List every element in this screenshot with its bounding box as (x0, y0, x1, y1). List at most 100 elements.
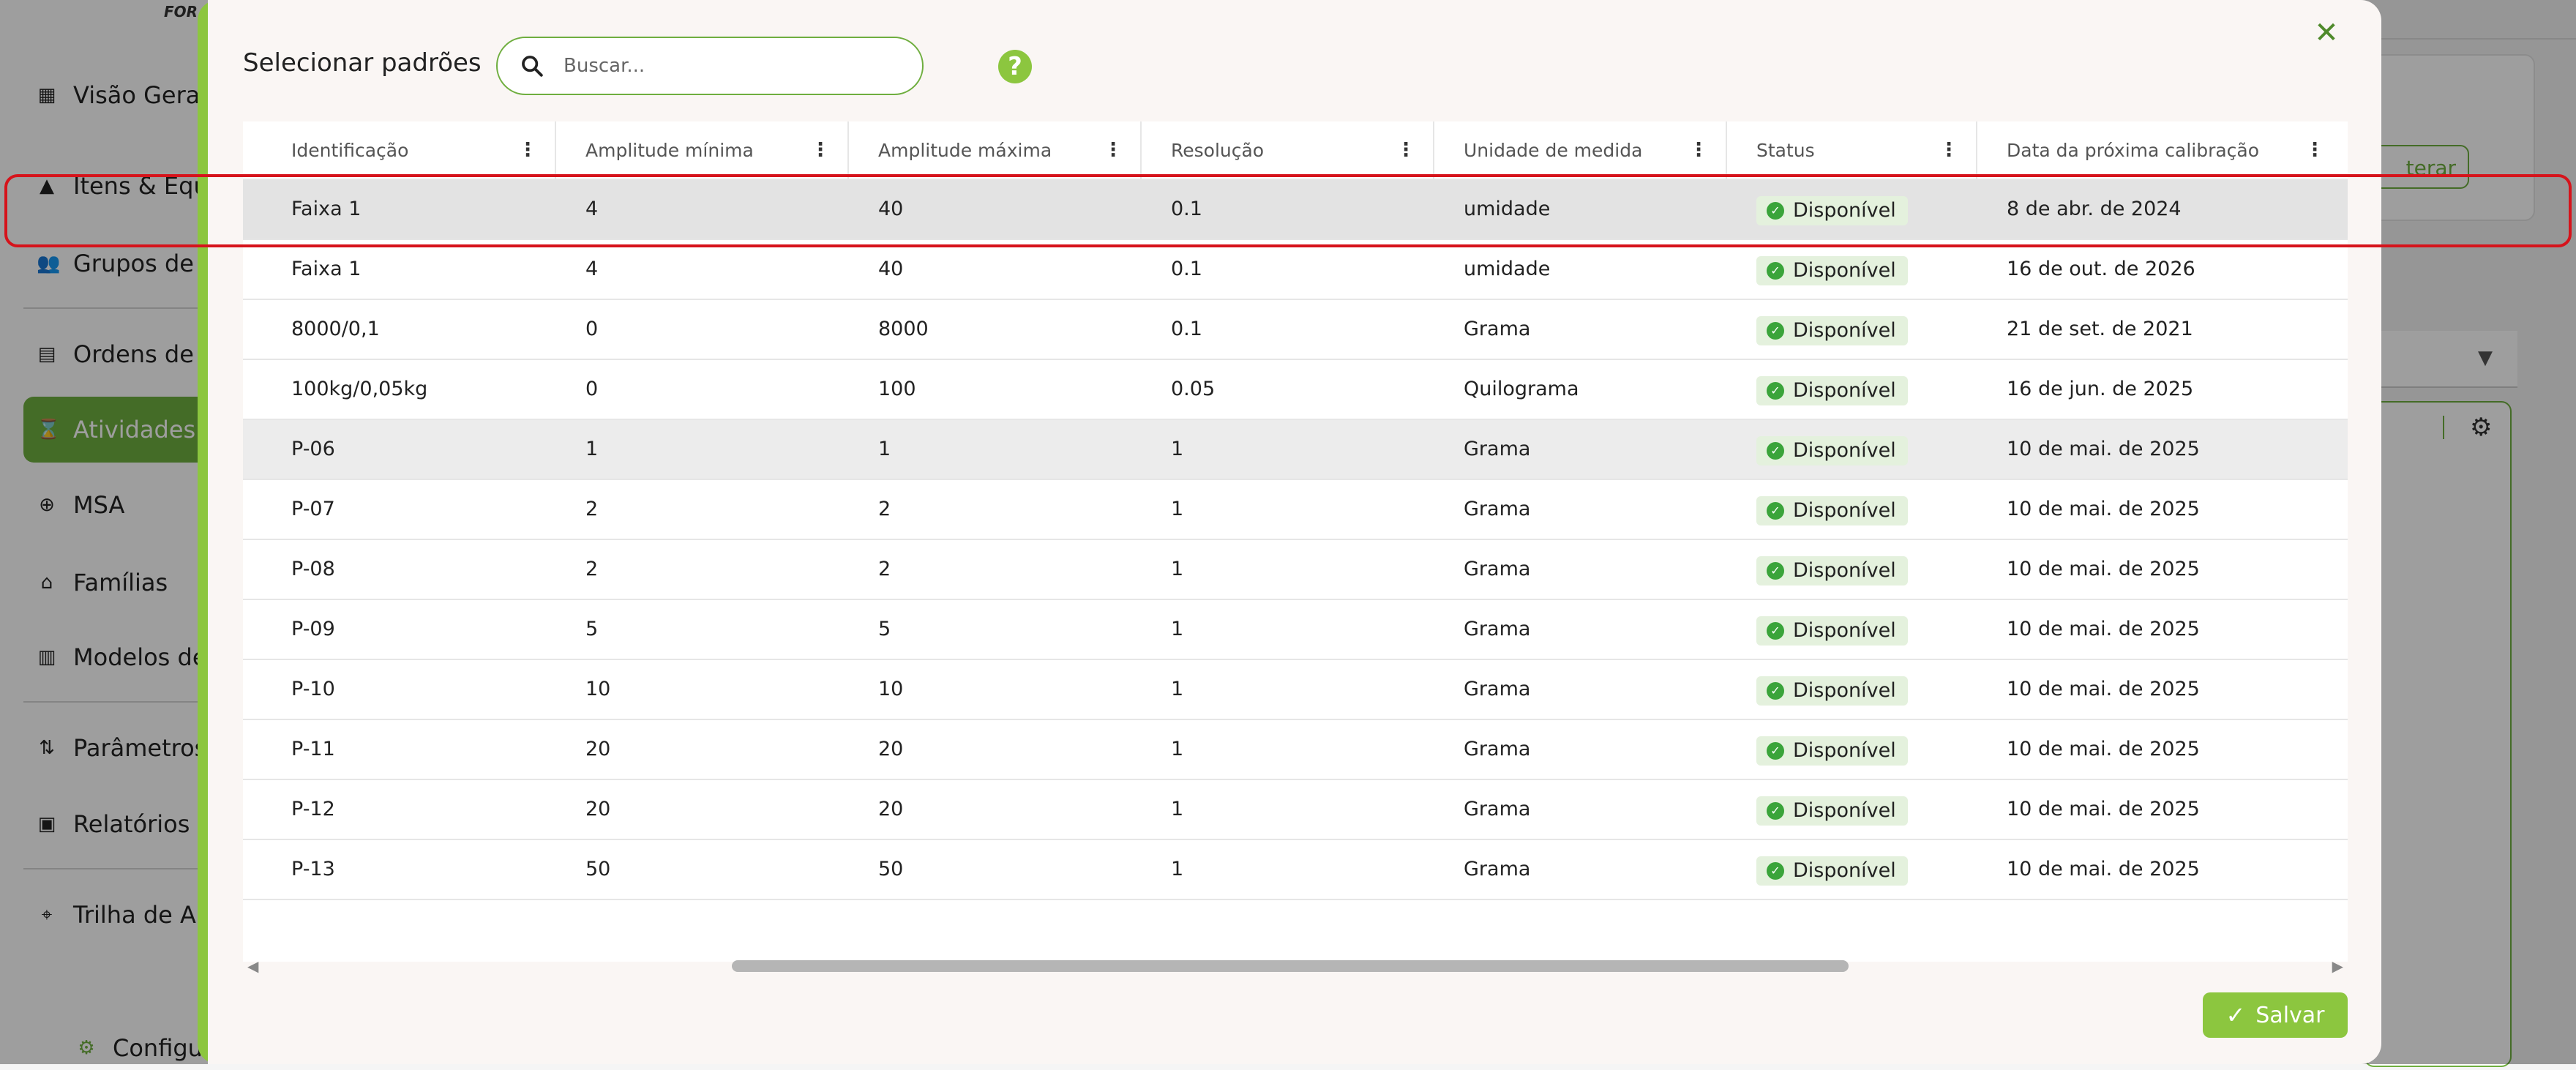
status-label: Disponível (1793, 379, 1896, 402)
cell-unidade: umidade (1464, 258, 1551, 280)
help-icon[interactable]: ? (998, 50, 1032, 83)
table-row[interactable]: P-12 20 20 1 Grama ✓ Disponível 10 de mai. de 2… (243, 780, 2348, 840)
status-badge: ✓ Disponível (1756, 496, 1908, 525)
cell-identificacao: Faixa 1 (291, 258, 362, 280)
status-badge: ✓ Disponível (1756, 856, 1908, 886)
cell-unidade: Grama (1464, 618, 1531, 640)
cell-amplitude-maxima: 100 (878, 378, 916, 400)
cell-amplitude-maxima: 8000 (878, 318, 929, 340)
cell-data-calibracao: 16 de jun. de 2025 (2007, 378, 2194, 400)
cell-amplitude-maxima: 20 (878, 798, 904, 820)
check-circle-icon: ✓ (1767, 862, 1784, 880)
table-row[interactable]: Faixa 1 4 40 0.1 umidade ✓ Disponível 16 de out… (243, 240, 2348, 300)
cell-data-calibracao: 21 de set. de 2021 (2007, 318, 2193, 340)
select-standards-modal: Selecionar padrões ? ✕ Identificação ⋮ A… (208, 0, 2381, 1064)
cell-amplitude-minima: 0 (585, 318, 599, 340)
cell-resolucao: 1 (1171, 498, 1184, 520)
status-label: Disponível (1793, 859, 1896, 882)
cell-amplitude-minima: 2 (585, 558, 599, 580)
table-row[interactable]: P-11 20 20 1 Grama ✓ Disponível 10 de mai. de 2… (243, 720, 2348, 780)
table-row[interactable]: P-10 10 10 1 Grama ✓ Disponível 10 de mai. de 2… (243, 660, 2348, 720)
column-header-resolucao[interactable]: Resolução ⋮ (1140, 121, 1433, 179)
column-menu-icon[interactable]: ⋮ (1396, 139, 1415, 161)
cell-unidade: Grama (1464, 798, 1531, 820)
table-row[interactable]: P-07 2 2 1 Grama ✓ Disponível 10 de mai. de 202… (243, 480, 2348, 540)
cell-unidade: Grama (1464, 558, 1531, 580)
save-button-label: Salvar (2255, 1002, 2325, 1028)
column-header-data-calibracao[interactable]: Data da próxima calibração ⋮ (1976, 121, 2342, 179)
column-menu-icon[interactable]: ⋮ (1939, 139, 1958, 161)
close-icon[interactable]: ✕ (2311, 18, 2342, 48)
cell-data-calibracao: 10 de mai. de 2025 (2007, 438, 2200, 460)
save-button[interactable]: ✓ Salvar (2203, 992, 2348, 1038)
cell-resolucao: 1 (1171, 438, 1184, 460)
column-menu-icon[interactable]: ⋮ (1104, 139, 1123, 161)
cell-resolucao: 1 (1171, 618, 1184, 640)
column-header-unidade[interactable]: Unidade de medida ⋮ (1433, 121, 1726, 179)
cell-unidade: Grama (1464, 498, 1531, 520)
cell-unidade: Grama (1464, 318, 1531, 340)
column-header-label: Data da próxima calibração (2007, 139, 2260, 161)
search-box[interactable] (496, 37, 924, 95)
cell-identificacao: P-11 (291, 738, 335, 760)
status-label: Disponível (1793, 439, 1896, 462)
highlight-annotation (4, 174, 2572, 247)
check-circle-icon: ✓ (1767, 622, 1784, 640)
column-header-amplitude-maxima[interactable]: Amplitude máxima ⋮ (847, 121, 1140, 179)
status-badge: ✓ Disponível (1756, 736, 1908, 766)
cell-amplitude-maxima: 2 (878, 558, 891, 580)
cell-amplitude-minima: 0 (585, 378, 599, 400)
table-row[interactable]: P-06 1 1 1 Grama ✓ Disponível 10 de mai. de 202… (243, 420, 2348, 480)
scroll-left-icon[interactable]: ◀ (247, 957, 258, 975)
modal-title: Selecionar padrões (243, 48, 482, 78)
cell-unidade: Grama (1464, 858, 1531, 880)
status-badge: ✓ Disponível (1756, 676, 1908, 706)
column-header-status[interactable]: Status ⋮ (1726, 121, 1976, 179)
check-circle-icon: ✓ (1767, 262, 1784, 280)
column-menu-icon[interactable]: ⋮ (518, 139, 537, 161)
check-circle-icon: ✓ (1767, 382, 1784, 400)
column-menu-icon[interactable]: ⋮ (1689, 139, 1708, 161)
column-header-amplitude-minima[interactable]: Amplitude mínima ⋮ (555, 121, 847, 179)
scroll-right-icon[interactable]: ▶ (2332, 957, 2343, 975)
table-row[interactable]: 8000/0,1 0 8000 0.1 Grama ✓ Disponível 21 de se… (243, 300, 2348, 360)
cell-amplitude-minima: 1 (585, 438, 599, 460)
cell-amplitude-maxima: 50 (878, 858, 904, 880)
table-row[interactable]: P-09 5 5 1 Grama ✓ Disponível 10 de mai. de 202… (243, 600, 2348, 660)
cell-unidade: Grama (1464, 438, 1531, 460)
table-row[interactable]: P-08 2 2 1 Grama ✓ Disponível 10 de mai. de 202… (243, 540, 2348, 600)
cell-data-calibracao: 10 de mai. de 2025 (2007, 558, 2200, 580)
cell-amplitude-maxima: 2 (878, 498, 891, 520)
check-circle-icon: ✓ (1767, 562, 1784, 580)
cell-unidade: Grama (1464, 678, 1531, 700)
cell-unidade: Grama (1464, 738, 1531, 760)
cell-identificacao: P-13 (291, 858, 335, 880)
cell-data-calibracao: 10 de mai. de 2025 (2007, 618, 2200, 640)
cell-amplitude-minima: 4 (585, 258, 599, 280)
horizontal-scrollbar[interactable]: ◀ ▶ (243, 951, 2348, 981)
search-input[interactable] (562, 54, 872, 78)
cell-amplitude-maxima: 5 (878, 618, 891, 640)
column-header-identificacao[interactable]: Identificação ⋮ (261, 121, 555, 179)
check-circle-icon: ✓ (1767, 322, 1784, 340)
cell-resolucao: 1 (1171, 858, 1184, 880)
cell-amplitude-minima: 2 (585, 498, 599, 520)
cell-amplitude-maxima: 1 (878, 438, 891, 460)
cell-identificacao: 100kg/0,05kg (291, 378, 428, 400)
cell-amplitude-minima: 20 (585, 798, 611, 820)
column-menu-icon[interactable]: ⋮ (811, 139, 830, 161)
cell-amplitude-minima: 20 (585, 738, 611, 760)
cell-data-calibracao: 10 de mai. de 2025 (2007, 798, 2200, 820)
cell-data-calibracao: 10 de mai. de 2025 (2007, 678, 2200, 700)
table-row[interactable]: P-13 50 50 1 Grama ✓ Disponível 10 de mai. de 2… (243, 840, 2348, 900)
column-menu-icon[interactable]: ⋮ (2305, 139, 2324, 161)
cell-identificacao: 8000/0,1 (291, 318, 380, 340)
table-row[interactable]: 100kg/0,05kg 0 100 0.05 Quilograma ✓ Disponíve… (243, 360, 2348, 420)
column-header-label: Status (1756, 139, 1815, 161)
status-label: Disponível (1793, 319, 1896, 342)
scrollbar-thumb[interactable] (732, 960, 1849, 972)
cell-data-calibracao: 10 de mai. de 2025 (2007, 738, 2200, 760)
cell-resolucao: 1 (1171, 738, 1184, 760)
search-icon (522, 56, 543, 77)
status-badge: ✓ Disponível (1756, 796, 1908, 826)
